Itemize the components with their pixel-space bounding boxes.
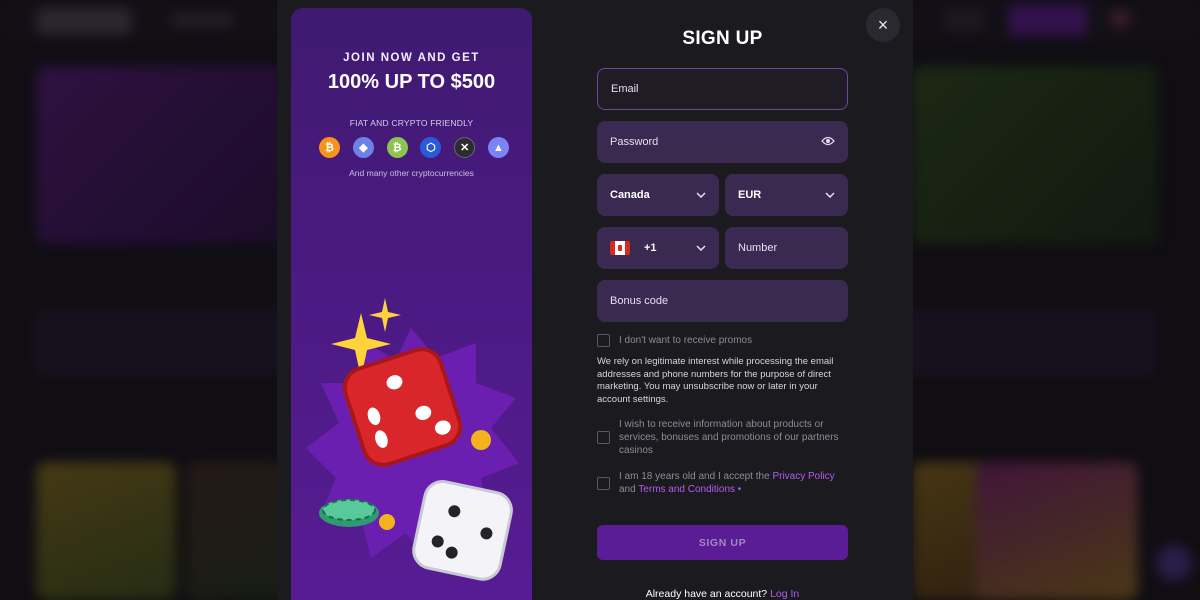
chevron-down-icon (825, 190, 835, 201)
partners-option: I wish to receive information about prod… (597, 418, 848, 457)
signup-submit-button[interactable]: SIGN UP (597, 525, 848, 560)
promo-kicker: JOIN NOW AND GET (343, 52, 480, 64)
promo-other-crypto: And many other cryptocurrencies (349, 168, 474, 178)
promo-headline: 100% UP TO $500 (327, 71, 496, 93)
chevron-down-icon (696, 243, 706, 254)
have-account-text: Already have an account? (645, 588, 771, 600)
bitcoin-icon: ₿ (319, 137, 340, 158)
phone-number-field[interactable]: Number (725, 227, 848, 269)
close-icon[interactable]: × (866, 8, 900, 42)
phone-code-value: +1 (644, 242, 657, 254)
age-terms-option: I am 18 years old and I accept the Priva… (597, 470, 848, 496)
partners-checkbox[interactable] (597, 431, 610, 444)
country-value: Canada (610, 189, 650, 201)
privacy-policy-link[interactable]: Privacy Policy (772, 471, 834, 482)
terms-link[interactable]: Terms and Conditions (638, 484, 735, 495)
age-terms-checkbox[interactable] (597, 476, 610, 490)
canada-flag-icon (610, 241, 630, 255)
legal-notice: We rely on legitimate interest while pro… (597, 356, 834, 405)
age-middle: and (619, 484, 636, 495)
currency-value: EUR (738, 189, 762, 201)
partners-label: I wish to receive information about prod… (619, 419, 839, 456)
bonus-code-field[interactable]: Bonus code (597, 280, 848, 322)
currency-select[interactable]: EUR (725, 174, 848, 216)
signup-title: SIGN UP (682, 28, 763, 49)
chainlink-icon: ⬡ (420, 137, 442, 158)
login-link[interactable]: Log In (770, 588, 799, 600)
bitcoin-cash-icon: ₿ (386, 137, 408, 158)
eye-icon[interactable] (821, 135, 835, 149)
tron-icon: ▲ (487, 137, 509, 158)
bonus-placeholder: Bonus code (610, 295, 669, 307)
promo-panel: JOIN NOW AND GET 100% UP TO $500 FIAT AN… (291, 8, 532, 600)
email-placeholder: Email (611, 83, 639, 95)
age-prefix: I am 18 years old and I accept the (619, 471, 773, 482)
chevron-down-icon (696, 190, 706, 201)
number-placeholder: Number (738, 242, 778, 254)
no-promos-label: I don't want to receive promos (619, 335, 753, 346)
password-field[interactable]: Password (597, 121, 848, 163)
promo-fiat-line: FIAT AND CRYPTO FRIENDLY (349, 118, 474, 128)
no-promos-option: I don't want to receive promos (597, 334, 848, 347)
login-prompt: Already have an account? Log In (597, 588, 848, 600)
email-field[interactable]: Email (597, 68, 848, 110)
password-placeholder: Password (610, 136, 659, 148)
required-mark: • (735, 484, 742, 495)
crypto-icons-row: ₿ ◆ ₿ ⬡ ✕ ▲ (319, 137, 509, 159)
phone-code-select[interactable]: +1 (597, 227, 719, 269)
age-terms-label: I am 18 years old and I accept the Priva… (619, 470, 847, 496)
ethereum-icon: ◆ (352, 137, 374, 158)
xrp-icon: ✕ (454, 137, 476, 158)
dice-icon (306, 298, 519, 581)
country-select[interactable]: Canada (597, 174, 719, 216)
no-promos-checkbox[interactable] (597, 334, 610, 347)
